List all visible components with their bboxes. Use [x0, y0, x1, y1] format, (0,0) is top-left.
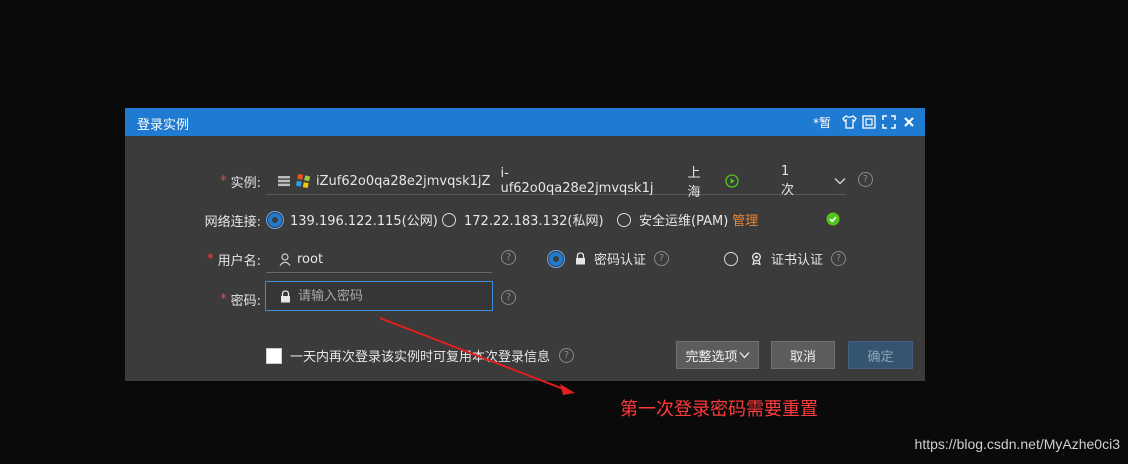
annotation-text: 第一次登录密码需要重置	[620, 399, 818, 420]
watermark: https://blog.csdn.net/MyAzhe0ci3	[914, 436, 1120, 452]
annotation-arrow	[379, 317, 575, 395]
